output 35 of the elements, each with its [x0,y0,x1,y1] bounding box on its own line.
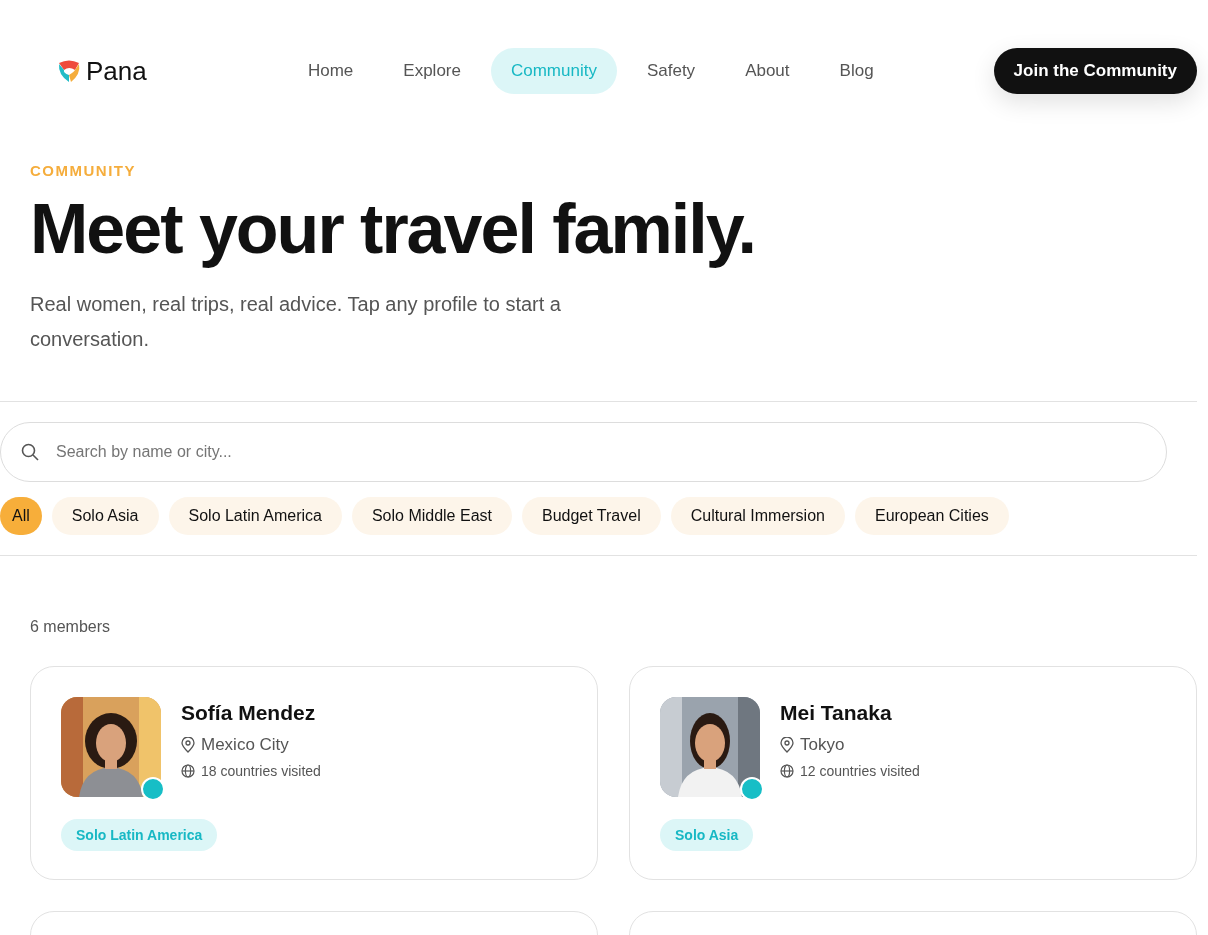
filter-chip[interactable]: Solo Latin America [168,496,342,535]
nav-link[interactable]: About [725,48,810,94]
member-tag: Solo Latin America [61,818,218,851]
member-name: Sofía Mendez [181,700,317,725]
countries-visited: 12 countries visited [800,762,920,779]
logo-icon [56,58,82,84]
brand-name: Pana [86,55,147,87]
nav-link[interactable]: Explore [383,48,481,94]
globe-icon [780,763,794,778]
location-pin-icon [780,736,794,753]
member-tag: Solo Asia [660,818,754,851]
section-eyebrow: COMMUNITY [30,162,137,179]
filter-chip[interactable]: All [0,496,42,535]
member-name: Mei Tanaka [780,700,893,725]
member-count: 6 members [29,616,112,637]
nav-link[interactable]: Blog [819,48,894,94]
search-field[interactable]: Search by name or city... [0,421,1167,482]
member-card[interactable]: Mei Tanaka Tokyo 12 countries visited Solo Asia [629,665,1197,880]
join-button[interactable]: Join the Community [993,48,1197,94]
nav-link[interactable]: Safety [626,48,716,94]
globe-icon [181,763,195,778]
filter-chip[interactable]: Solo Asia [51,496,159,535]
member-card[interactable]: Sofía Mendez Mexico City 18 countries visited Solo Latin America [30,665,598,880]
filter-chip[interactable]: Solo Middle East [351,496,512,535]
page-subtitle: Real women, real trips, real advice. Tap any profile to start a conversation. [30,291,562,352]
filter-chip[interactable]: European Cities [854,496,1009,535]
page-title: Meet your travel family. [30,193,756,267]
search-icon [21,442,39,461]
member-city: Tokyo [800,734,845,755]
countries-visited: 18 countries visited [201,762,321,779]
filter-chip[interactable]: Cultural Immersion [670,496,845,535]
location-pin-icon [181,736,195,753]
nav-link[interactable]: Home [287,48,374,94]
filter-chip[interactable]: Budget Travel [521,496,661,535]
member-city: Mexico City [201,734,289,755]
